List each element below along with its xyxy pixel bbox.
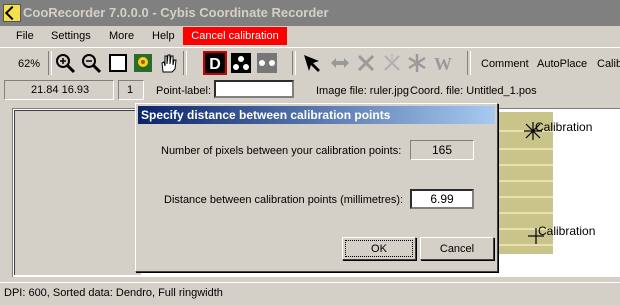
pairs-mode-icon[interactable] bbox=[256, 52, 278, 74]
menu-bar: File Settings More Help bbox=[0, 26, 620, 46]
pixels-label: Number of pixels between your calibratio… bbox=[161, 145, 402, 157]
image-file-label: Image file: ruler.jpg bbox=[316, 85, 409, 97]
status-text: DPI: 600, Sorted data: Dendro, Full ring… bbox=[4, 287, 223, 299]
fit-window-icon[interactable] bbox=[107, 52, 129, 74]
toolbar-separator bbox=[183, 51, 187, 75]
coord-file-label: Coord. file: Untitled_1.pos bbox=[410, 85, 537, 97]
window-title: CooRecorder 7.0.0.0 - Cybis Coordinate R… bbox=[23, 5, 329, 20]
calibration-label-1: Calibration bbox=[535, 120, 593, 134]
open-image-icon[interactable] bbox=[132, 52, 154, 74]
svg-text:D: D bbox=[209, 56, 221, 73]
points-mode-icon[interactable] bbox=[230, 52, 252, 74]
calibration-dialog: Specify distance between calibration poi… bbox=[135, 103, 498, 272]
w-mark-icon[interactable]: W bbox=[432, 52, 454, 74]
dendro-mode-icon[interactable]: D bbox=[203, 51, 227, 75]
distance-label: Distance between calibration points (mil… bbox=[164, 194, 404, 206]
calibration-label-2: Calibration bbox=[538, 224, 596, 238]
zoom-out-icon[interactable] bbox=[80, 52, 102, 74]
toolbar: 62% D W Comment AutoPlace Calib bbox=[0, 47, 620, 78]
zoom-level: 62% bbox=[18, 58, 41, 70]
point-label-caption: Point-label: bbox=[156, 85, 212, 97]
toolbar-separator bbox=[467, 51, 471, 75]
cancel-calibration-button[interactable]: Cancel calibration bbox=[183, 27, 287, 45]
info-row: 21.84 16.93 1 Point-label: Image file: r… bbox=[0, 78, 620, 102]
svg-text:W: W bbox=[434, 54, 452, 74]
pan-hand-icon[interactable] bbox=[157, 52, 179, 74]
cancel-button[interactable]: Cancel bbox=[420, 237, 494, 260]
move-horizontal-icon[interactable] bbox=[329, 52, 351, 74]
pixels-value-field: 165 bbox=[410, 140, 474, 160]
menu-more[interactable]: More bbox=[109, 30, 134, 42]
point-label-input[interactable] bbox=[214, 80, 294, 98]
distance-input[interactable]: 6.99 bbox=[410, 189, 474, 209]
comment-button[interactable]: Comment bbox=[481, 58, 529, 70]
calibration-button[interactable]: Calib bbox=[597, 58, 620, 70]
menu-file[interactable]: File bbox=[16, 30, 34, 42]
zoom-in-icon[interactable] bbox=[54, 52, 76, 74]
canvas-panel bbox=[14, 110, 141, 275]
status-bar: DPI: 600, Sorted data: Dendro, Full ring… bbox=[0, 282, 620, 305]
coordinate-readout-text: 21.84 16.93 bbox=[31, 84, 90, 96]
asterisk-icon[interactable] bbox=[406, 52, 428, 74]
delete-x-icon[interactable] bbox=[355, 52, 377, 74]
menu-settings[interactable]: Settings bbox=[51, 30, 91, 42]
dialog-title: Specify distance between calibration poi… bbox=[138, 106, 495, 124]
menu-help[interactable]: Help bbox=[152, 30, 175, 42]
delete-all-icon[interactable] bbox=[381, 52, 403, 74]
coordinate-readout: 21.84 16.93 bbox=[4, 80, 114, 100]
autoplace-button[interactable]: AutoPlace bbox=[537, 58, 587, 70]
point-count-text: 1 bbox=[127, 84, 134, 96]
title-bar: CooRecorder 7.0.0.0 - Cybis Coordinate R… bbox=[0, 0, 620, 26]
toolbar-separator bbox=[292, 51, 296, 75]
app-icon bbox=[3, 4, 21, 22]
point-count: 1 bbox=[118, 80, 144, 100]
select-arrow-icon[interactable] bbox=[301, 52, 323, 74]
ok-button[interactable]: OK bbox=[342, 237, 416, 260]
toolbar-separator bbox=[48, 51, 52, 75]
